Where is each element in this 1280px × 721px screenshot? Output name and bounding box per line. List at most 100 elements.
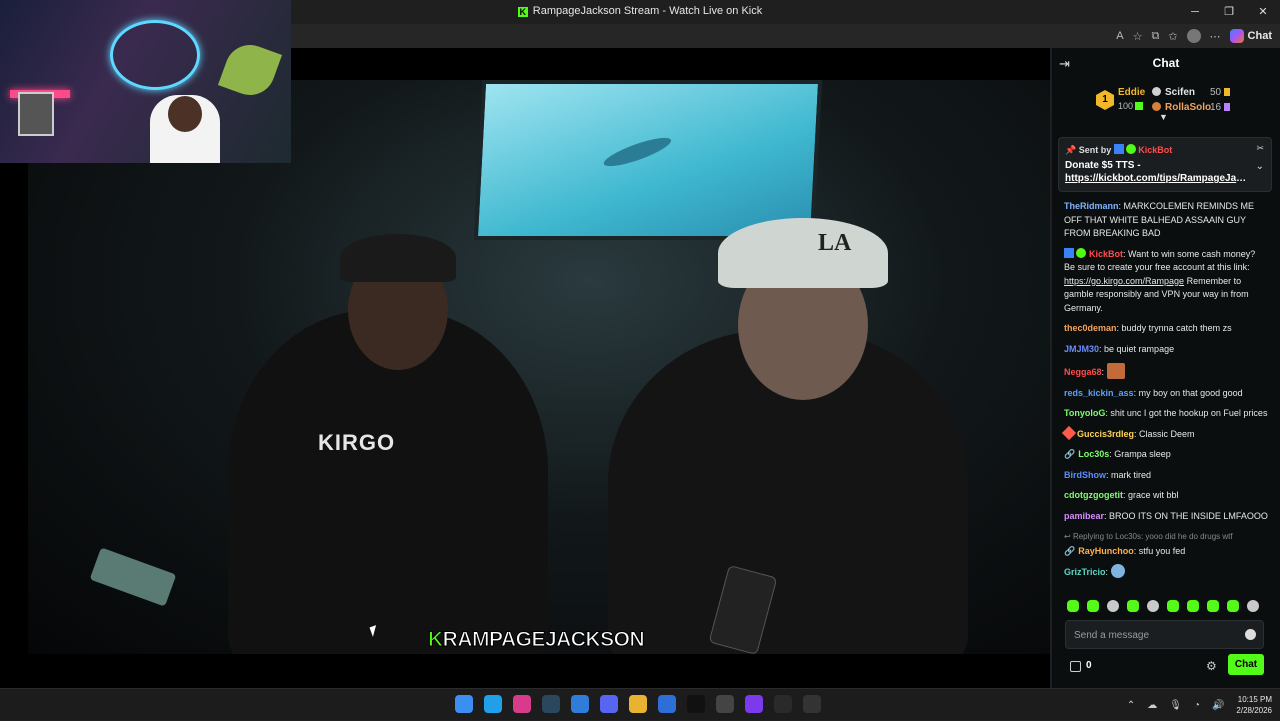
leaderboard-second-value: 50	[1210, 87, 1231, 98]
favorites-icon[interactable]: ✩	[1168, 30, 1177, 43]
close-button[interactable]: ✕	[1246, 0, 1280, 24]
chat-username[interactable]: Guccis3rdleg	[1077, 429, 1134, 439]
chat-message-input[interactable]	[1074, 628, 1234, 642]
chat-text: buddy trynna catch them zs	[1121, 323, 1232, 333]
whale-shape	[601, 132, 674, 172]
steam-icon[interactable]	[542, 695, 560, 713]
minimize-button[interactable]: ─	[1178, 0, 1212, 24]
app-icon[interactable]	[803, 695, 821, 713]
streamer-head	[168, 96, 202, 132]
extensions-icon[interactable]: ⧉	[1151, 30, 1159, 43]
emote-icon[interactable]	[1127, 600, 1139, 612]
favorite-star-icon[interactable]: ☆	[1133, 30, 1143, 43]
reply-context[interactable]: ↩ Replying to Loc30s: yooo did he do dru…	[1064, 530, 1268, 544]
copilot-button[interactable]: Chat	[1229, 29, 1272, 43]
start-menu-icon[interactable]	[455, 695, 473, 713]
microphone-icon[interactable]: 🎙	[1169, 700, 1182, 711]
chat-input-box	[1065, 620, 1264, 649]
chat-username[interactable]: BirdShow	[1064, 470, 1106, 480]
emote-icon[interactable]	[1087, 600, 1099, 612]
tiktok-icon[interactable]	[687, 695, 705, 713]
chevron-down-icon[interactable]: ⌄	[1256, 161, 1264, 172]
copilot-label: Chat	[1247, 30, 1272, 42]
leaderboard-first-name[interactable]: Eddie	[1118, 87, 1145, 98]
emote-icon[interactable]	[1247, 600, 1259, 612]
chat-username[interactable]: pamibear	[1064, 511, 1104, 521]
pinned-link[interactable]: https://kickbot.com/tips/RampageJackson	[1065, 173, 1250, 184]
chat-message: TonyoloG: shit unc I got the hookup on F…	[1064, 408, 1268, 418]
kick-app-icon[interactable]	[774, 695, 792, 713]
store-app-icon[interactable]	[571, 695, 589, 713]
emote-icon[interactable]	[1187, 600, 1199, 612]
copilot-icon	[1229, 29, 1244, 43]
gear-icon[interactable]: ⚙	[1206, 659, 1217, 673]
vimeo-icon[interactable]	[745, 695, 763, 713]
chat-username[interactable]: KickBot	[1089, 249, 1123, 259]
unpin-icon[interactable]: ✂	[1256, 143, 1264, 154]
chat-username[interactable]: JMJM30	[1064, 344, 1099, 354]
clock-date: 2/28/2026	[1236, 706, 1272, 715]
emote-icon[interactable]	[1167, 600, 1179, 612]
pinned-label: Sent by	[1078, 145, 1112, 155]
chat-message: TheRidmann: MARKCOLEMEN REMINDS ME OFF T…	[1064, 201, 1255, 238]
chat-username[interactable]: cdotgzgogetit	[1064, 490, 1123, 500]
send-chat-button[interactable]: Chat	[1228, 654, 1264, 675]
channel-points-count: 0	[1086, 660, 1092, 671]
chevron-up-icon[interactable]: ⌃	[1127, 700, 1135, 711]
chat-username[interactable]: Negga68	[1064, 367, 1102, 377]
chat-username[interactable]: Loc30s	[1078, 449, 1109, 459]
emote-icon[interactable]	[1147, 600, 1159, 612]
video-frame[interactable]: KIRGO LA	[28, 80, 1050, 654]
chat-username[interactable]: TheRidmann	[1064, 201, 1119, 211]
windows-taskbar: ⌃ ☁ 🎙 ◔ 🔊 10:15 PM 2/28/2026	[0, 688, 1280, 720]
restore-button[interactable]: ❐	[1212, 0, 1246, 24]
emoji-picker-icon[interactable]	[1245, 629, 1256, 640]
leaderboard-third-value: 16	[1210, 102, 1231, 113]
pinned-message[interactable]: 📌 Sent by KickBot ✂ Donate $5 TTS - https…	[1058, 137, 1272, 192]
chat-username[interactable]: reds_kickin_ass	[1064, 388, 1134, 398]
stream-name-overlay: KRAMPAGEJACKSON	[424, 628, 648, 652]
chat-username[interactable]: TonyoloG	[1064, 408, 1105, 418]
channel-points-icon[interactable]	[1070, 661, 1081, 672]
chat-username[interactable]: thec0deman	[1064, 323, 1117, 333]
file-explorer-icon[interactable]	[629, 695, 647, 713]
bot-badge-icon	[1114, 144, 1125, 154]
person-right-cap	[718, 218, 888, 288]
wifi-icon[interactable]: ◔	[1194, 700, 1200, 711]
read-aloud-icon[interactable]: A	[1116, 30, 1123, 42]
overlay-k-letter: K	[428, 628, 444, 652]
chat-username[interactable]: GrizTricio	[1064, 567, 1106, 577]
emote-icon[interactable]	[1207, 600, 1219, 612]
chat-message: reds_kickin_ass: my boy on that good goo…	[1064, 387, 1243, 398]
chat-link[interactable]: https://go.kirgo.com/Rampage	[1064, 276, 1184, 286]
rank-one-badge: 1	[1096, 90, 1114, 110]
edge-browser-icon[interactable]	[484, 695, 502, 713]
leaderboard-second[interactable]: Scifen 50	[1152, 87, 1231, 98]
rocket-badge-icon	[1061, 425, 1077, 440]
cloud-icon[interactable]: ☁	[1147, 700, 1157, 711]
leaderboard-toggle-icon[interactable]: ▼	[1159, 112, 1168, 122]
overlay-name-text: RAMPAGEJACKSON	[442, 628, 645, 652]
bronze-medal-icon	[1152, 102, 1161, 111]
chat-message: Negga68:	[1064, 363, 1268, 380]
pin-icon: 📌	[1065, 145, 1077, 155]
app-icon[interactable]	[658, 695, 676, 713]
more-menu-icon[interactable]: ⋯	[1210, 30, 1221, 43]
pinned-sender[interactable]: KickBot	[1138, 145, 1172, 155]
system-tray: ⌃ ☁ 🎙 ◔ 🔊 10:15 PM 2/28/2026	[1127, 689, 1272, 721]
emote-icon[interactable]	[1067, 600, 1079, 612]
discord-icon[interactable]	[600, 695, 618, 713]
chat-header: ⇥ Chat	[1052, 48, 1280, 77]
volume-icon[interactable]: 🔊	[1212, 700, 1224, 711]
kick-coin-icon	[1135, 102, 1144, 110]
profile-avatar[interactable]	[1186, 29, 1201, 43]
chat-text: shit unc I got the hookup on Fuel prices	[1110, 408, 1268, 418]
chat-username[interactable]: RayHunchoo	[1078, 546, 1134, 556]
chat-message: 🔗 Loc30s: Grampa sleep	[1064, 449, 1171, 459]
instagram-icon[interactable]	[513, 695, 531, 713]
clock[interactable]: 10:15 PM 2/28/2026	[1236, 694, 1272, 716]
chat-text: Grampa sleep	[1114, 449, 1171, 459]
emote-icon[interactable]	[1107, 600, 1119, 612]
emote-icon[interactable]	[1227, 600, 1239, 612]
app-icon[interactable]	[716, 695, 734, 713]
